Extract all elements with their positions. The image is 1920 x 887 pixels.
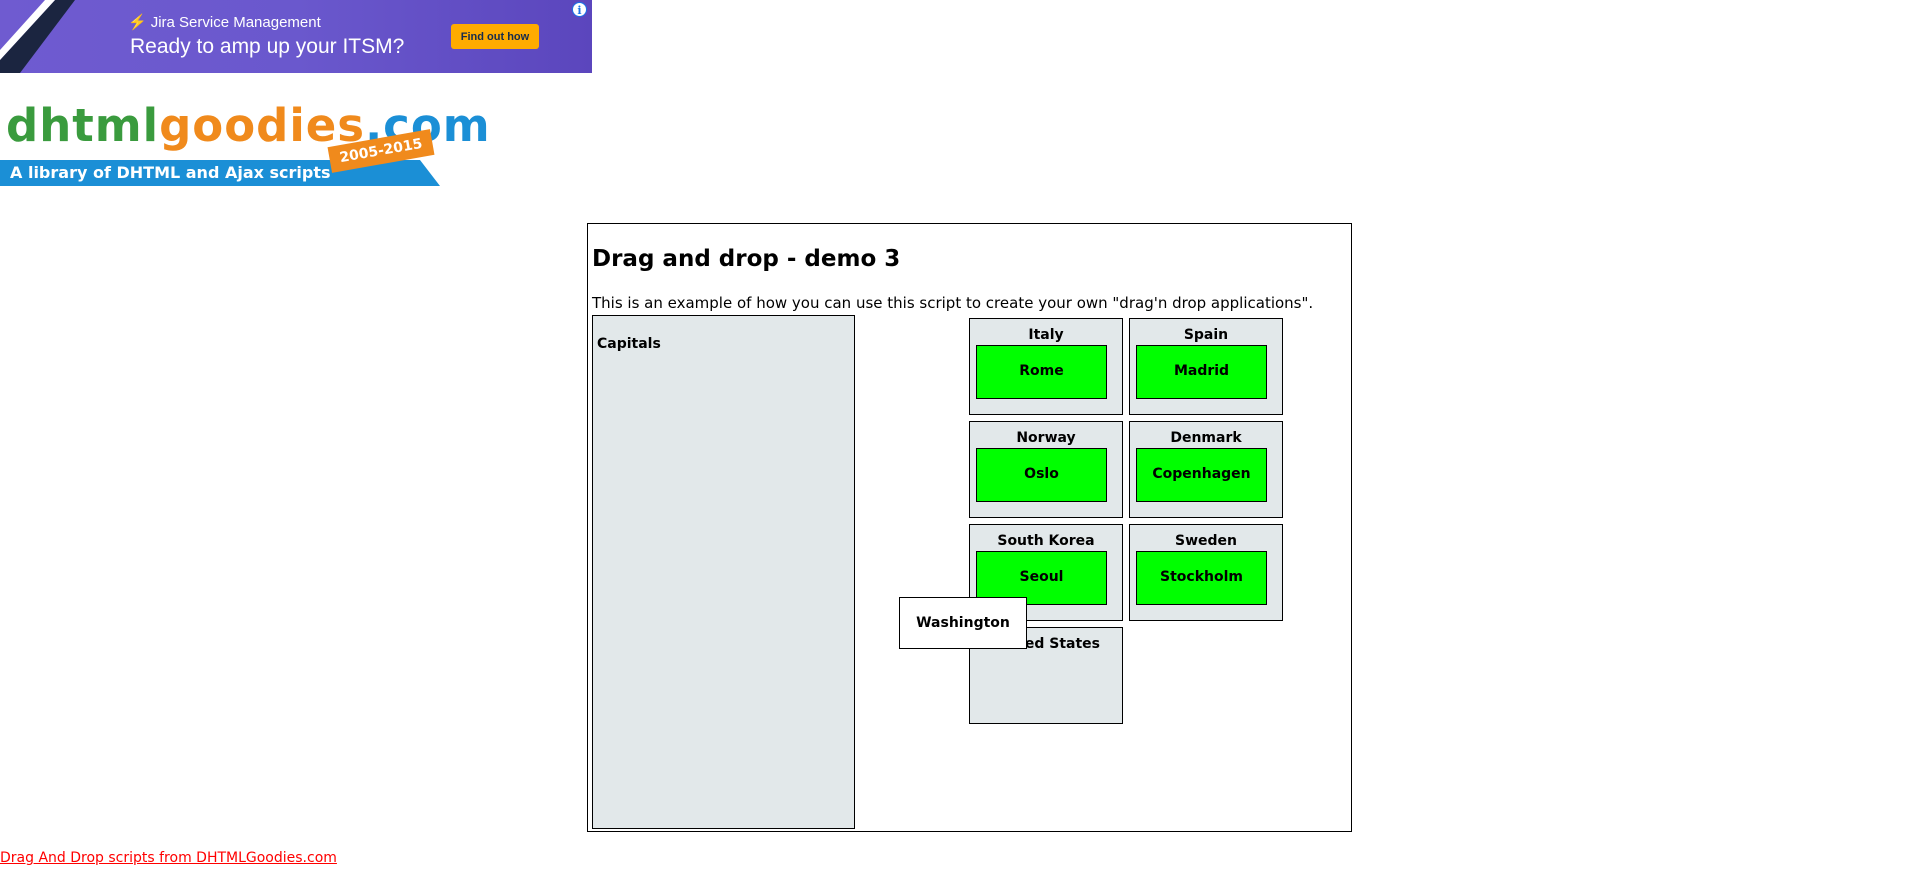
capital-item-copenhagen[interactable]: Copenhagen — [1136, 448, 1267, 502]
country-box-norway[interactable]: Norway Oslo — [969, 421, 1123, 518]
country-box-spain[interactable]: Spain Madrid — [1129, 318, 1283, 415]
ad-cta-button[interactable]: Find out how — [451, 24, 539, 49]
footer-link[interactable]: Drag And Drop scripts from DHTMLGoodies.… — [0, 850, 337, 866]
ad-brand: ⚡ Jira Service Management — [128, 14, 321, 31]
country-box-sweden[interactable]: Sweden Stockholm — [1129, 524, 1283, 621]
country-name: Denmark — [1170, 430, 1242, 446]
demo-container: Drag and drop - demo 3 This is an exampl… — [587, 223, 1352, 832]
bolt-icon: ⚡ — [128, 14, 147, 31]
capital-item-madrid[interactable]: Madrid — [1136, 345, 1267, 399]
dragged-capital-washington[interactable]: Washington — [899, 597, 1027, 649]
capital-item-stockholm[interactable]: Stockholm — [1136, 551, 1267, 605]
ad-decoration — [0, 0, 75, 73]
capital-item-rome[interactable]: Rome — [976, 345, 1107, 399]
ad-headline: Ready to amp up your ITSM? — [130, 35, 405, 58]
country-name: Italy — [1028, 327, 1064, 343]
country-name: Norway — [1016, 430, 1076, 446]
demo-description: This is an example of how you can use th… — [592, 294, 1314, 312]
logo-tagline: A library of DHTML and Ajax scripts — [10, 163, 331, 182]
country-name: South Korea — [997, 533, 1095, 549]
capital-item-oslo[interactable]: Oslo — [976, 448, 1107, 502]
site-logo[interactable]: dhtmlgoodies.com A library of DHTML and … — [0, 100, 490, 190]
country-name: Sweden — [1175, 533, 1237, 549]
capitals-drop-zone[interactable]: Capitals — [592, 315, 855, 829]
country-name: Spain — [1183, 327, 1229, 343]
info-icon[interactable]: i — [572, 2, 587, 17]
page-title: Drag and drop - demo 3 — [592, 246, 901, 272]
capitals-title: Capitals — [597, 336, 661, 352]
country-box-italy[interactable]: Italy Rome — [969, 318, 1123, 415]
country-box-denmark[interactable]: Denmark Copenhagen — [1129, 421, 1283, 518]
ad-banner[interactable]: ⚡ Jira Service Management Ready to amp up… — [0, 0, 592, 73]
